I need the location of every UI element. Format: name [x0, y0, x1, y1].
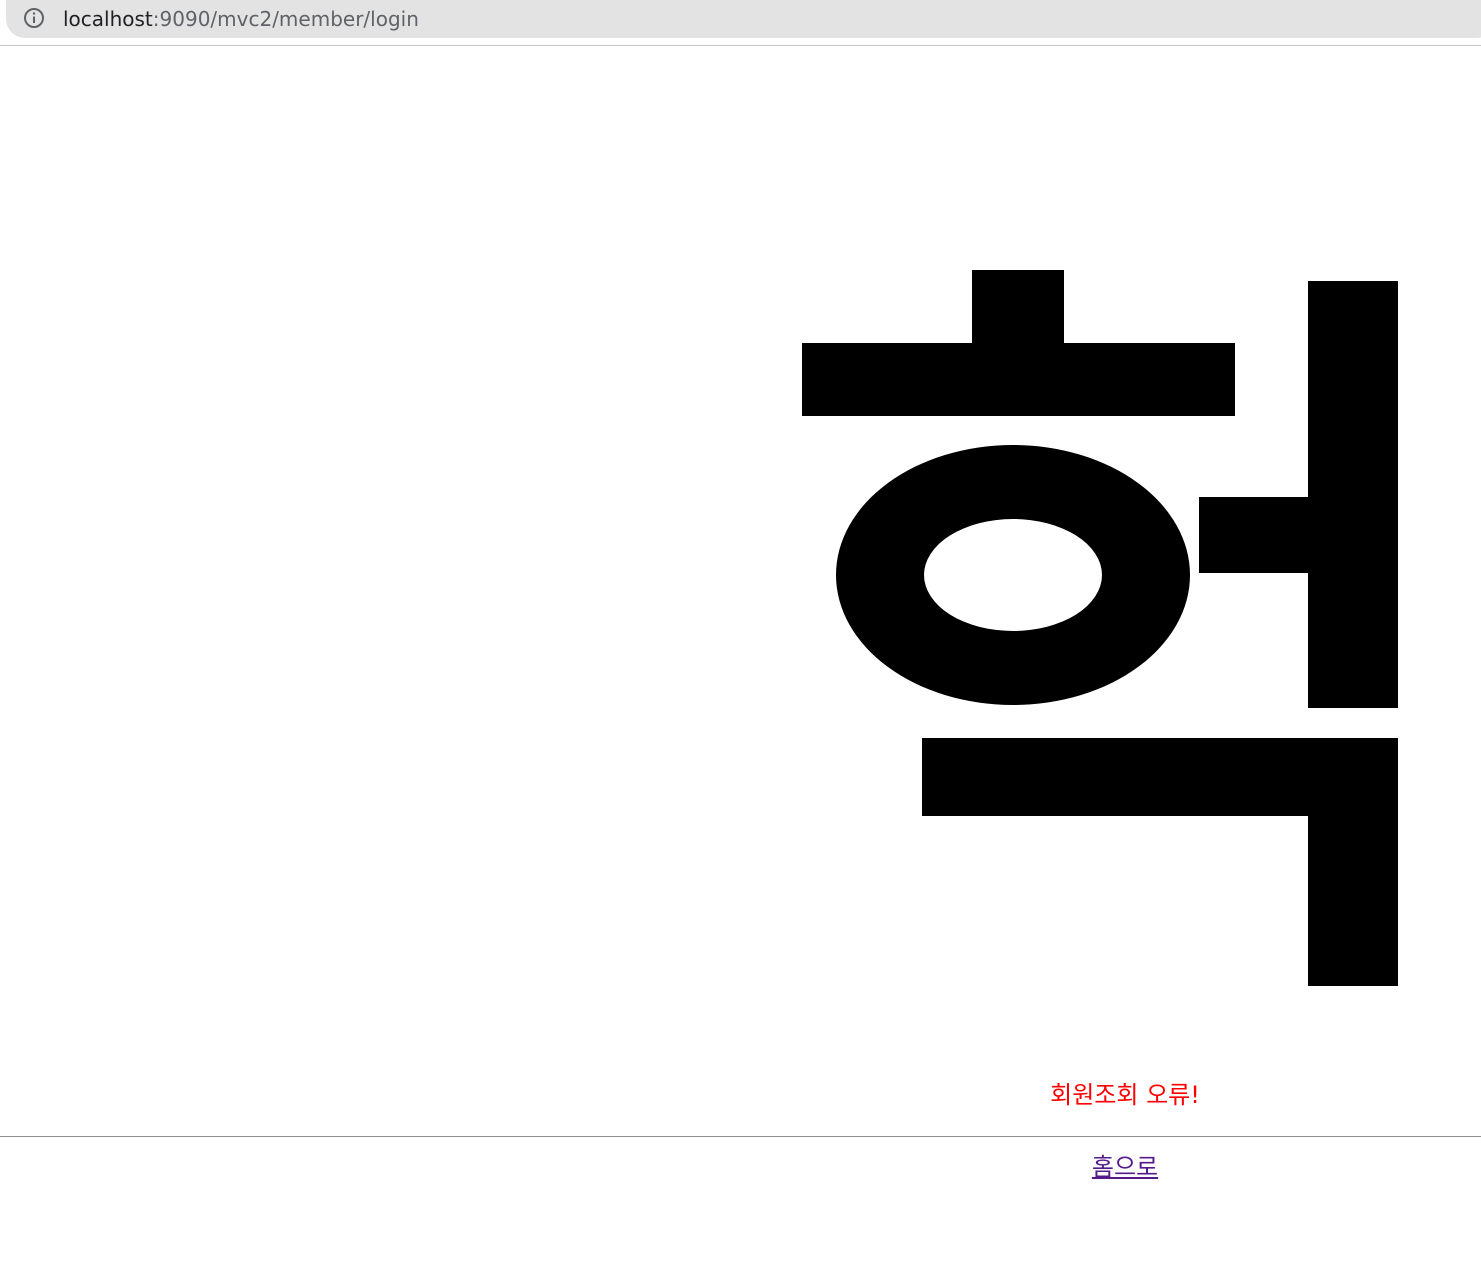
url-text[interactable]: localhost:9090/mvc2/member/login: [63, 5, 419, 33]
error-message: 회원조회 오류!: [1050, 1081, 1200, 1109]
horizontal-rule: [0, 1136, 1481, 1137]
omnibox[interactable]: localhost:9090/mvc2/member/login: [6, 0, 1481, 38]
home-link[interactable]: 홈으로: [1092, 1153, 1158, 1181]
info-circle-icon[interactable]: [22, 6, 46, 30]
url-path: :9090/mvc2/member/login: [152, 7, 419, 31]
heok-glyph-image: 헉: [802, 270, 1398, 986]
home-link-container: 홈으로: [968, 1150, 1282, 1184]
url-host: localhost: [63, 7, 153, 31]
browser-address-bar: localhost:9090/mvc2/member/login: [0, 0, 1481, 46]
